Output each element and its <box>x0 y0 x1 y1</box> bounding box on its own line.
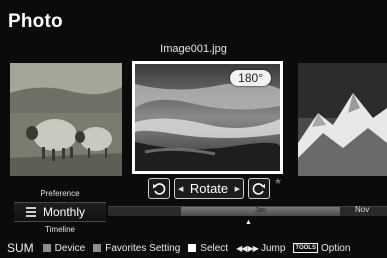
rotate-cw-button[interactable] <box>248 178 270 199</box>
list-icon <box>26 207 36 217</box>
arrow-left-icon[interactable]: ◀ <box>178 185 183 193</box>
device-hint[interactable]: Device <box>42 242 86 254</box>
timeline-bar[interactable]: Jan <box>108 206 387 216</box>
photo-selected-clouds[interactable]: 180° <box>132 61 283 174</box>
timeline-current-month: Jan <box>254 207 267 214</box>
photo-thumbnail-mountains[interactable] <box>298 63 387 176</box>
tools-key-icon: TOOLS <box>293 243 318 253</box>
timeline-next-month[interactable]: Nov <box>355 205 369 214</box>
rotate-right-icon <box>252 182 265 195</box>
device-label: Device <box>54 242 86 254</box>
jump-hint[interactable]: ◀◀ ▶▶ Jump <box>236 243 285 254</box>
timeline-pointer-icon: ▲ <box>245 219 252 226</box>
rotate-selector[interactable]: ◀ Rotate ▶ <box>174 178 244 199</box>
page-title: Photo <box>8 11 63 32</box>
timeline-current-segment[interactable]: Jan <box>181 207 340 216</box>
arrow-right-icon[interactable]: ▶ <box>235 185 240 193</box>
favorites-label: Favorites Setting <box>105 242 181 254</box>
option-label: Option <box>320 242 351 254</box>
jump-label: Jump <box>260 242 286 254</box>
rotate-ccw-button[interactable] <box>148 178 170 199</box>
favorites-hint[interactable]: Favorites Setting <box>93 243 180 254</box>
rotation-badge: 180° <box>230 70 271 86</box>
sort-down-label[interactable]: Timeline <box>14 225 106 234</box>
white-key-icon <box>188 244 197 252</box>
gray-key-icon <box>93 244 102 252</box>
select-hint[interactable]: Select <box>188 243 228 254</box>
sort-mode-selector[interactable]: Monthly <box>14 202 106 222</box>
footer-guide-bar: SUM Device Favorites Setting Select ◀◀ ▶… <box>0 238 387 258</box>
rotate-label: Rotate <box>189 181 229 196</box>
select-label: Select <box>200 242 229 254</box>
rotate-left-icon <box>153 182 166 195</box>
sort-mode-value: Monthly <box>43 205 86 219</box>
sum-label: SUM <box>7 241 34 255</box>
sort-up-label[interactable]: Preference <box>14 189 106 198</box>
favorite-star-icon: ★ <box>274 176 283 186</box>
rewind-forward-icon: ◀◀ ▶▶ <box>236 243 259 253</box>
file-name: Image001.jpg <box>160 43 227 55</box>
option-hint[interactable]: TOOLS Option <box>293 243 350 254</box>
gray-key-icon <box>42 244 51 252</box>
photo-thumbnail-sheep[interactable] <box>10 63 122 176</box>
